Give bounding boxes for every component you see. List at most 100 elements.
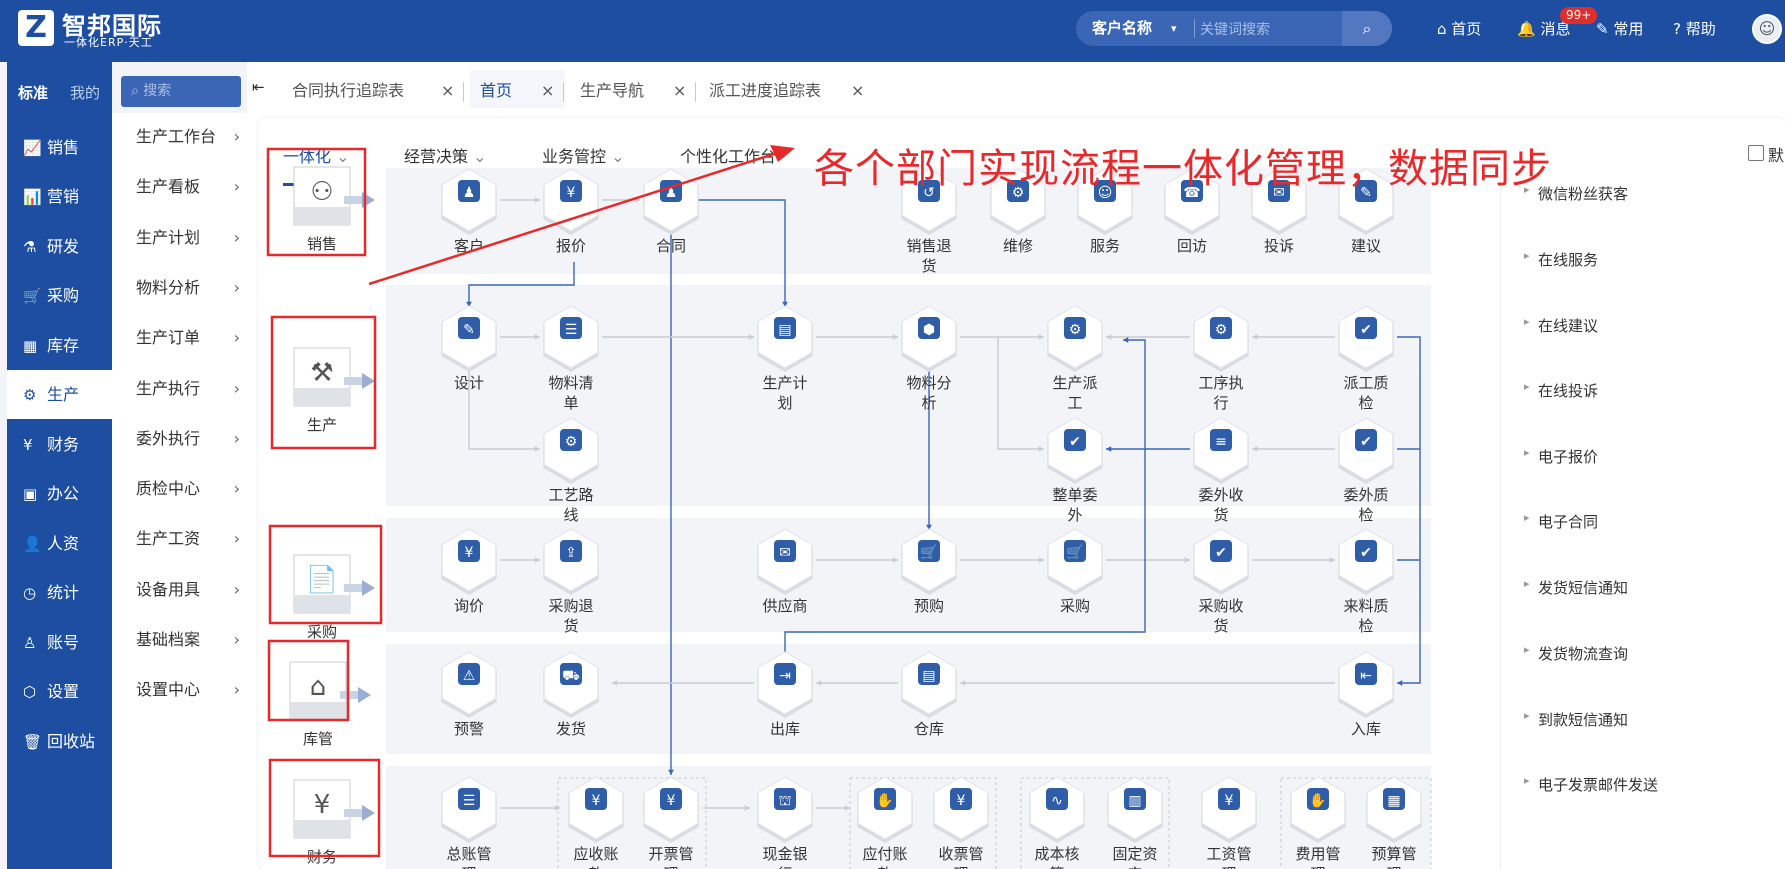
page-tab-label: 首页 (480, 81, 513, 100)
sidebar-item-2[interactable]: ⚗ 研发 (7, 222, 112, 271)
right-panel-item[interactable]: ▸ 发货短信通知 (1524, 577, 1628, 598)
nav-help[interactable]: ? 帮助 (1673, 0, 1716, 58)
submenu-item-label: 生产执行 (136, 378, 201, 398)
sidebar-item-label: 统计 (47, 583, 80, 602)
submenu-item[interactable]: 物料分析 › (136, 263, 244, 313)
chevron-down-icon: ⌄ (468, 147, 487, 166)
sidebar-item-3[interactable]: 🛒 采购 (7, 271, 112, 320)
submenu-item[interactable]: 生产看板 › (136, 162, 244, 212)
page-tab[interactable]: 派工进度追踪表 (709, 70, 821, 108)
default-checkbox[interactable] (1748, 145, 1764, 161)
right-panel-item[interactable]: ▸ 电子发票邮件发送 (1524, 774, 1658, 795)
app-subtitle: 一体化ERP·天工 (64, 36, 153, 49)
submenu-item[interactable]: 委外执行 › (136, 414, 244, 464)
submenu-item[interactable]: 设备用具 › (136, 565, 244, 615)
right-panel-item[interactable]: ▸ 到款短信通知 (1524, 709, 1628, 730)
close-icon[interactable]: × (851, 70, 864, 108)
subtab-label: 业务管控 (542, 147, 607, 166)
subtab-3[interactable]: 个性化工作台 (680, 143, 776, 167)
sidebar-icon: ◷ (23, 584, 37, 602)
submenu-item-label: 生产计划 (136, 227, 201, 247)
chevron-right-icon: › (233, 428, 240, 448)
subtab-0[interactable]: 一体化 ⌄ (283, 143, 350, 167)
tab-standard[interactable]: 标准 (18, 82, 48, 103)
search-category-select[interactable]: 客户名称 (1092, 11, 1152, 46)
right-panel-item-label: 发货物流查询 (1538, 645, 1629, 663)
sidebar-icon: ⚙ (23, 386, 37, 404)
sidebar-item-11[interactable]: ⬡ 设置 (7, 667, 112, 716)
submenu-item-label: 物料分析 (136, 277, 201, 297)
nav-home[interactable]: ⌂ 首页 (1437, 0, 1481, 58)
sidebar-item-9[interactable]: ◷ 统计 (7, 568, 112, 617)
tab-mine[interactable]: 我的 (70, 82, 100, 103)
sidebar-search-input[interactable]: ⌕ 搜索 (121, 76, 241, 107)
submenu-item[interactable]: 生产工资 › (136, 514, 244, 564)
chevron-down-icon[interactable]: ▾ (1171, 11, 1177, 46)
sidebar-icon: ▦ (23, 337, 38, 355)
right-panel-item-label: 在线投诉 (1538, 382, 1599, 400)
page-tab[interactable]: 生产导航 (580, 70, 644, 108)
sidebar-icon: ♙ (23, 634, 37, 652)
sidebar-icon: ⬡ (23, 683, 37, 701)
nav-common[interactable]: ✎ 常用 (1596, 0, 1643, 58)
sidebar-item-6[interactable]: ¥ 财务 (7, 420, 112, 469)
tab-divider (463, 82, 464, 102)
search-icon[interactable]: ⌕ (1342, 11, 1392, 46)
sidebar-item-10[interactable]: ♙ 账号 (7, 618, 112, 667)
sidebar-item-5[interactable]: ⚙ 生产 (7, 370, 112, 419)
submenu-item-label: 设置中心 (136, 680, 201, 700)
submenu-item[interactable]: 生产订单 › (136, 313, 244, 363)
sidebar-item-0[interactable]: 📈 销售 (7, 123, 112, 172)
chevron-right-icon: › (233, 328, 240, 348)
sidebar-item-12[interactable]: 🗑 回收站 (7, 717, 112, 766)
submenu-item[interactable]: 生产计划 › (136, 213, 244, 263)
sidebar-icon: ¥ (23, 436, 33, 454)
submenu-item[interactable]: 生产执行 › (136, 364, 244, 414)
page-tab-label: 派工进度追踪表 (709, 81, 822, 100)
submenu-item[interactable]: 生产工作台 › (136, 112, 244, 162)
right-panel-item[interactable]: ▸ 电子报价 (1524, 446, 1598, 467)
right-panel-item[interactable]: ▸ 发货物流查询 (1524, 643, 1629, 664)
avatar[interactable]: ☺ (1752, 14, 1782, 44)
right-panel-item[interactable]: ▸ 在线建议 (1524, 315, 1598, 336)
close-icon[interactable]: × (673, 70, 686, 108)
sidebar-item-8[interactable]: 👤 人资 (7, 519, 112, 568)
tab-divider (563, 82, 564, 102)
bullet-icon: ▸ (1524, 380, 1530, 393)
bullet-icon: ▸ (1524, 511, 1530, 524)
chevron-down-icon: ⌄ (606, 147, 625, 166)
subtab-label: 经营决策 (404, 147, 469, 166)
sidebar-item-label: 生产 (47, 385, 80, 404)
right-panel-item[interactable]: ▸ 在线投诉 (1524, 380, 1599, 401)
sidebar-icon: 📊 (23, 188, 42, 206)
close-icon[interactable]: × (541, 70, 554, 108)
right-panel-item-label: 在线服务 (1538, 251, 1599, 269)
search-divider (1194, 19, 1195, 38)
right-panel-item[interactable]: ▸ 电子合同 (1524, 511, 1598, 532)
sidebar-icon: 🗑 (23, 733, 43, 751)
chevron-right-icon: › (233, 177, 240, 197)
chevron-right-icon: › (233, 630, 240, 649)
right-panel-item[interactable]: ▸ 在线服务 (1524, 249, 1599, 270)
chevron-right-icon: › (233, 579, 240, 599)
default-label: 默 (1768, 146, 1785, 165)
bullet-icon: ▸ (1524, 446, 1530, 459)
global-search: 客户名称 ▾ ⌕ (1076, 11, 1392, 46)
collapse-menu-icon[interactable]: ⇤ (252, 78, 265, 96)
submenu-item[interactable]: 质检中心 › (136, 464, 244, 514)
submenu-item[interactable]: 基础档案 › (136, 615, 244, 665)
chevron-right-icon: › (233, 378, 240, 398)
sidebar-icon: 🛒 (23, 287, 42, 305)
bullet-icon: ▸ (1524, 249, 1530, 262)
sidebar-item-4[interactable]: ▦ 库存 (7, 321, 112, 370)
submenu-item-label: 生产工作台 (136, 127, 217, 146)
close-icon[interactable]: × (441, 70, 454, 108)
logo-icon[interactable]: Z (18, 10, 54, 46)
sidebar-item-7[interactable]: ▣ 办公 (7, 469, 112, 518)
submenu-item[interactable]: 设置中心 › (136, 665, 244, 715)
subtab-2[interactable]: 业务管控 ⌄ (542, 143, 625, 167)
page-tab[interactable]: 合同执行追踪表 (292, 70, 404, 108)
subtab-1[interactable]: 经营决策 ⌄ (404, 143, 487, 167)
sidebar-item-1[interactable]: 📊 营销 (7, 172, 112, 221)
sidebar-item-label: 财务 (47, 435, 80, 454)
